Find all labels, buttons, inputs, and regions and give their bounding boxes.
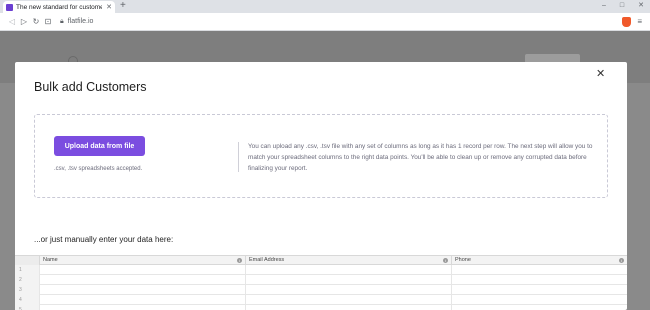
url-text: flatfile.io — [67, 18, 94, 25]
back-icon[interactable]: ◁ — [6, 17, 18, 26]
cell-name[interactable] — [39, 265, 245, 275]
maximize-button[interactable]: □ — [620, 0, 624, 12]
row-number: 2 — [15, 275, 39, 285]
lock-icon: 🔒︎ — [60, 17, 64, 25]
table-row: 1 — [15, 265, 627, 275]
grid-header: Name i Email Address i Phone i — [15, 256, 627, 265]
reload-icon[interactable]: ↻ — [30, 17, 42, 26]
row-number: 3 — [15, 285, 39, 295]
column-header-label: Phone — [455, 257, 471, 263]
tab-bar: The new standard for customer d ✕ + – □ … — [0, 0, 650, 13]
upload-help-text: You can upload any .csv, .tsv file with … — [248, 143, 593, 172]
info-icon[interactable]: i — [619, 258, 624, 263]
column-header-email[interactable]: Email Address i — [245, 256, 451, 265]
minimize-button[interactable]: – — [602, 0, 606, 12]
table-row: 2 — [15, 275, 627, 285]
manual-entry-label: ...or just manually enter your data here… — [34, 235, 174, 244]
cell-phone[interactable] — [451, 305, 627, 310]
window-controls: – □ ✕ — [602, 0, 644, 12]
column-header-label: Email Address — [249, 257, 285, 263]
column-header-name[interactable]: Name i — [39, 256, 245, 265]
cell-name[interactable] — [39, 305, 245, 310]
menu-icon[interactable]: ≡ — [637, 17, 642, 26]
info-icon[interactable]: i — [237, 258, 242, 263]
cell-email[interactable] — [245, 285, 451, 295]
cell-name[interactable] — [39, 285, 245, 295]
cell-email[interactable] — [245, 265, 451, 275]
accepted-formats: .csv, .tsv spreadsheets accepted. — [54, 166, 143, 172]
close-icon[interactable]: ✕ — [596, 69, 605, 80]
address-bar[interactable]: 🔒︎ flatfile.io — [60, 15, 622, 28]
row-number: 1 — [15, 265, 39, 275]
modal-title: Bulk add Customers — [34, 80, 147, 94]
forward-icon[interactable]: ▷ — [18, 17, 30, 26]
table-row: 5 — [15, 305, 627, 310]
cell-email[interactable] — [245, 305, 451, 310]
cell-phone[interactable] — [451, 265, 627, 275]
browser-tab[interactable]: The new standard for customer d ✕ — [3, 1, 115, 13]
data-grid: Name i Email Address i Phone i 1 2 3 4 5 — [15, 255, 627, 310]
grid-corner — [15, 256, 39, 265]
row-number: 5 — [15, 305, 39, 310]
cell-phone[interactable] — [451, 295, 627, 305]
cell-name[interactable] — [39, 295, 245, 305]
cell-name[interactable] — [39, 275, 245, 285]
row-number: 4 — [15, 295, 39, 305]
close-window-button[interactable]: ✕ — [638, 0, 644, 12]
table-row: 4 — [15, 295, 627, 305]
tab-title: The new standard for customer d — [16, 3, 103, 11]
extensions: ≡ — [622, 16, 642, 27]
cell-phone[interactable] — [451, 275, 627, 285]
bookmark-icon[interactable]: ⊡ — [42, 17, 54, 26]
upload-button[interactable]: Upload data from file — [54, 136, 145, 156]
new-tab-button[interactable]: + — [120, 0, 126, 12]
cell-email[interactable] — [245, 295, 451, 305]
tab-close-icon[interactable]: ✕ — [106, 3, 112, 11]
table-row: 3 — [15, 285, 627, 295]
column-header-label: Name — [43, 257, 58, 263]
info-icon[interactable]: i — [443, 258, 448, 263]
dropzone-divider — [238, 142, 239, 172]
column-header-phone[interactable]: Phone i — [451, 256, 627, 265]
cell-phone[interactable] — [451, 285, 627, 295]
brave-shields-icon[interactable] — [622, 16, 632, 27]
browser-toolbar: ◁ ▷ ↻ ⊡ 🔒︎ flatfile.io ≡ — [0, 13, 650, 31]
cell-email[interactable] — [245, 275, 451, 285]
flatfile-favicon-icon — [6, 3, 13, 11]
